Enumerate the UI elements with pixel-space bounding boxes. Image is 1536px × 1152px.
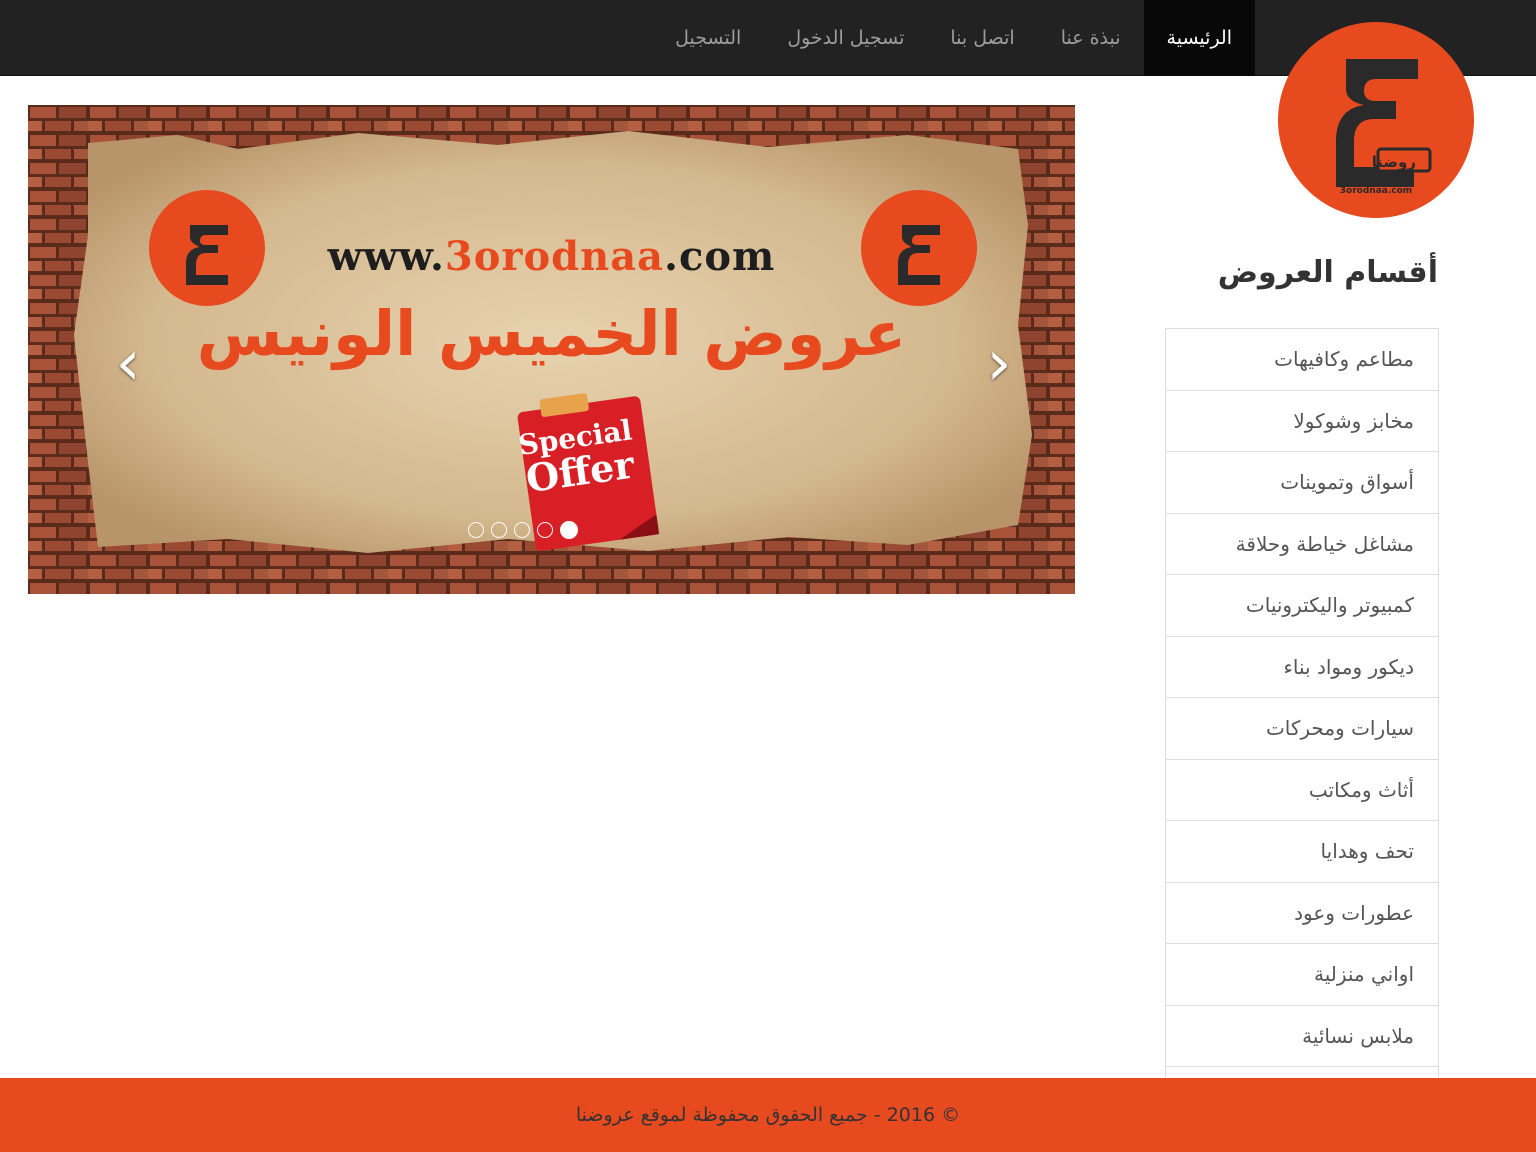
logo-domain: 3orodnaa.com bbox=[1339, 186, 1413, 196]
carousel-indicator-3[interactable] bbox=[537, 522, 553, 538]
carousel-next-button[interactable]: › bbox=[979, 332, 1019, 394]
category-item[interactable]: سيارات ومحركات bbox=[1166, 698, 1438, 760]
category-item[interactable]: كمبيوتر واليكترونيات bbox=[1166, 575, 1438, 637]
category-list: مطاعم وكافيهات مخابز وشوكولا أسواق وتموينا… bbox=[1165, 328, 1439, 1129]
nav-item-2[interactable]: اتصل بنا bbox=[927, 0, 1037, 76]
carousel-indicator-2[interactable] bbox=[514, 522, 530, 538]
carousel-indicators bbox=[468, 521, 578, 539]
site-logo[interactable]: روضنا 3orodnaa.com bbox=[1278, 22, 1474, 218]
category-item[interactable]: مطاعم وكافيهات bbox=[1166, 329, 1438, 391]
category-item[interactable]: ملابس نسائية bbox=[1166, 1006, 1438, 1067]
category-item[interactable]: مشاغل خياطة وحلاقة bbox=[1166, 514, 1438, 575]
category-item[interactable]: ديكور ومواد بناء bbox=[1166, 637, 1438, 698]
nav-item-3[interactable]: تسجيل الدخول bbox=[764, 0, 927, 76]
logo-badge: روضنا bbox=[1371, 153, 1416, 171]
banner-title: عروض الخميس الونيس bbox=[196, 297, 907, 370]
logo-letter-icon bbox=[1336, 59, 1432, 187]
main-nav: الرئيسية نبذة عنا اتصل بنا تسجيل الدخول التس… bbox=[652, 0, 1255, 76]
category-item[interactable]: عطورات وعود bbox=[1166, 883, 1438, 944]
category-item[interactable]: اواني منزلية bbox=[1166, 944, 1438, 1006]
category-item[interactable]: أثاث ومكاتب bbox=[1166, 760, 1438, 821]
carousel-indicator-1[interactable] bbox=[491, 522, 507, 538]
nav-item-1[interactable]: نبذة عنا bbox=[1038, 0, 1144, 76]
banner-url: www.3orodnaa.com bbox=[327, 233, 776, 280]
sticker-text: Special Offer bbox=[514, 413, 642, 501]
nav-item-0[interactable]: الرئيسية bbox=[1143, 0, 1255, 76]
categories-heading: أقسام العروض bbox=[1217, 255, 1438, 290]
carousel-indicator-4[interactable] bbox=[560, 521, 578, 539]
category-item[interactable]: مخابز وشوكولا bbox=[1166, 391, 1438, 452]
site-footer: © 2016 - جميع الحقوق محفوظة لموقع عروضنا bbox=[0, 1078, 1536, 1152]
nav-item-4[interactable]: التسجيل bbox=[652, 0, 764, 76]
category-item[interactable]: أسواق وتموينات bbox=[1166, 452, 1438, 514]
carousel-prev-button[interactable]: ‹ bbox=[108, 332, 148, 394]
offers-carousel[interactable]: www.3orodnaa.com عروض الخميس الونيس Spec… bbox=[28, 105, 1075, 594]
copyright-text: © 2016 - جميع الحقوق محفوظة لموقع عروضنا bbox=[575, 1104, 961, 1126]
category-item[interactable]: تحف وهدايا bbox=[1166, 821, 1438, 883]
carousel-indicator-0[interactable] bbox=[468, 522, 484, 538]
